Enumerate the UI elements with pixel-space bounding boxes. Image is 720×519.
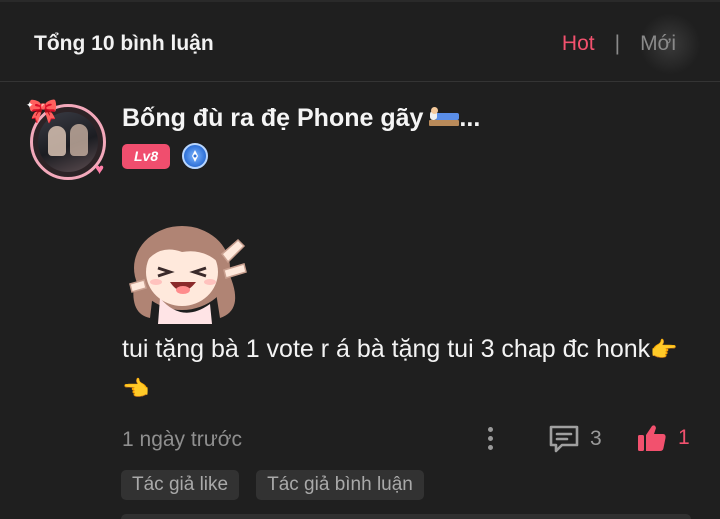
comments-header: Tổng 10 bình luận Hot | Mới: [0, 2, 720, 82]
heart-icon: ♥: [95, 161, 104, 178]
like-count: 1: [678, 426, 690, 449]
comment-body: tui tặng bà 1 vote r á bà tặng tui 3 cha…: [122, 330, 682, 408]
sparkle-icon: ✦: [26, 100, 34, 110]
username-text: Bống đù ra đẹ Phone gãy: [122, 104, 424, 132]
sort-separator: |: [614, 32, 621, 55]
tag-author-replied: Tác giả bình luận: [256, 470, 424, 500]
comment-icon: [549, 425, 579, 453]
comment-timestamp: 1 ngày trước: [122, 428, 243, 451]
reply-button[interactable]: 3: [548, 424, 602, 454]
more-options-icon[interactable]: [482, 424, 498, 454]
like-button[interactable]: 1: [636, 422, 690, 454]
bed-icon: [429, 107, 460, 127]
comment-username[interactable]: Bống đù ra đẹ Phone gãy...: [122, 104, 480, 133]
thumbs-up-icon: [638, 425, 666, 451]
reply-preview-box[interactable]: [121, 514, 691, 519]
level-badge: Lv8: [122, 143, 171, 169]
sort-switcher: Hot | Mới: [562, 14, 700, 74]
user-badges: Lv8: [122, 143, 209, 169]
username-ellipsis: ...: [459, 104, 481, 132]
sort-new-label: Mới: [640, 32, 676, 55]
sort-new-tab[interactable]: Mới: [640, 14, 700, 74]
sort-hot-tab[interactable]: Hot: [562, 32, 595, 56]
pen-badge-icon: [182, 143, 209, 169]
anime-girl-sticker: [129, 226, 247, 324]
user-avatar[interactable]: 🎀 ✦ ♥: [26, 100, 110, 184]
reply-count: 3: [590, 427, 602, 450]
tag-author-liked: Tác giả like: [121, 470, 240, 500]
comment-tags: Tác giả like Tác giả bình luận: [121, 470, 441, 500]
comments-total-title: Tổng 10 bình luận: [34, 32, 214, 55]
comment-text: tui tặng bà 1 vote r á bà tặng tui 3 cha…: [122, 335, 651, 363]
